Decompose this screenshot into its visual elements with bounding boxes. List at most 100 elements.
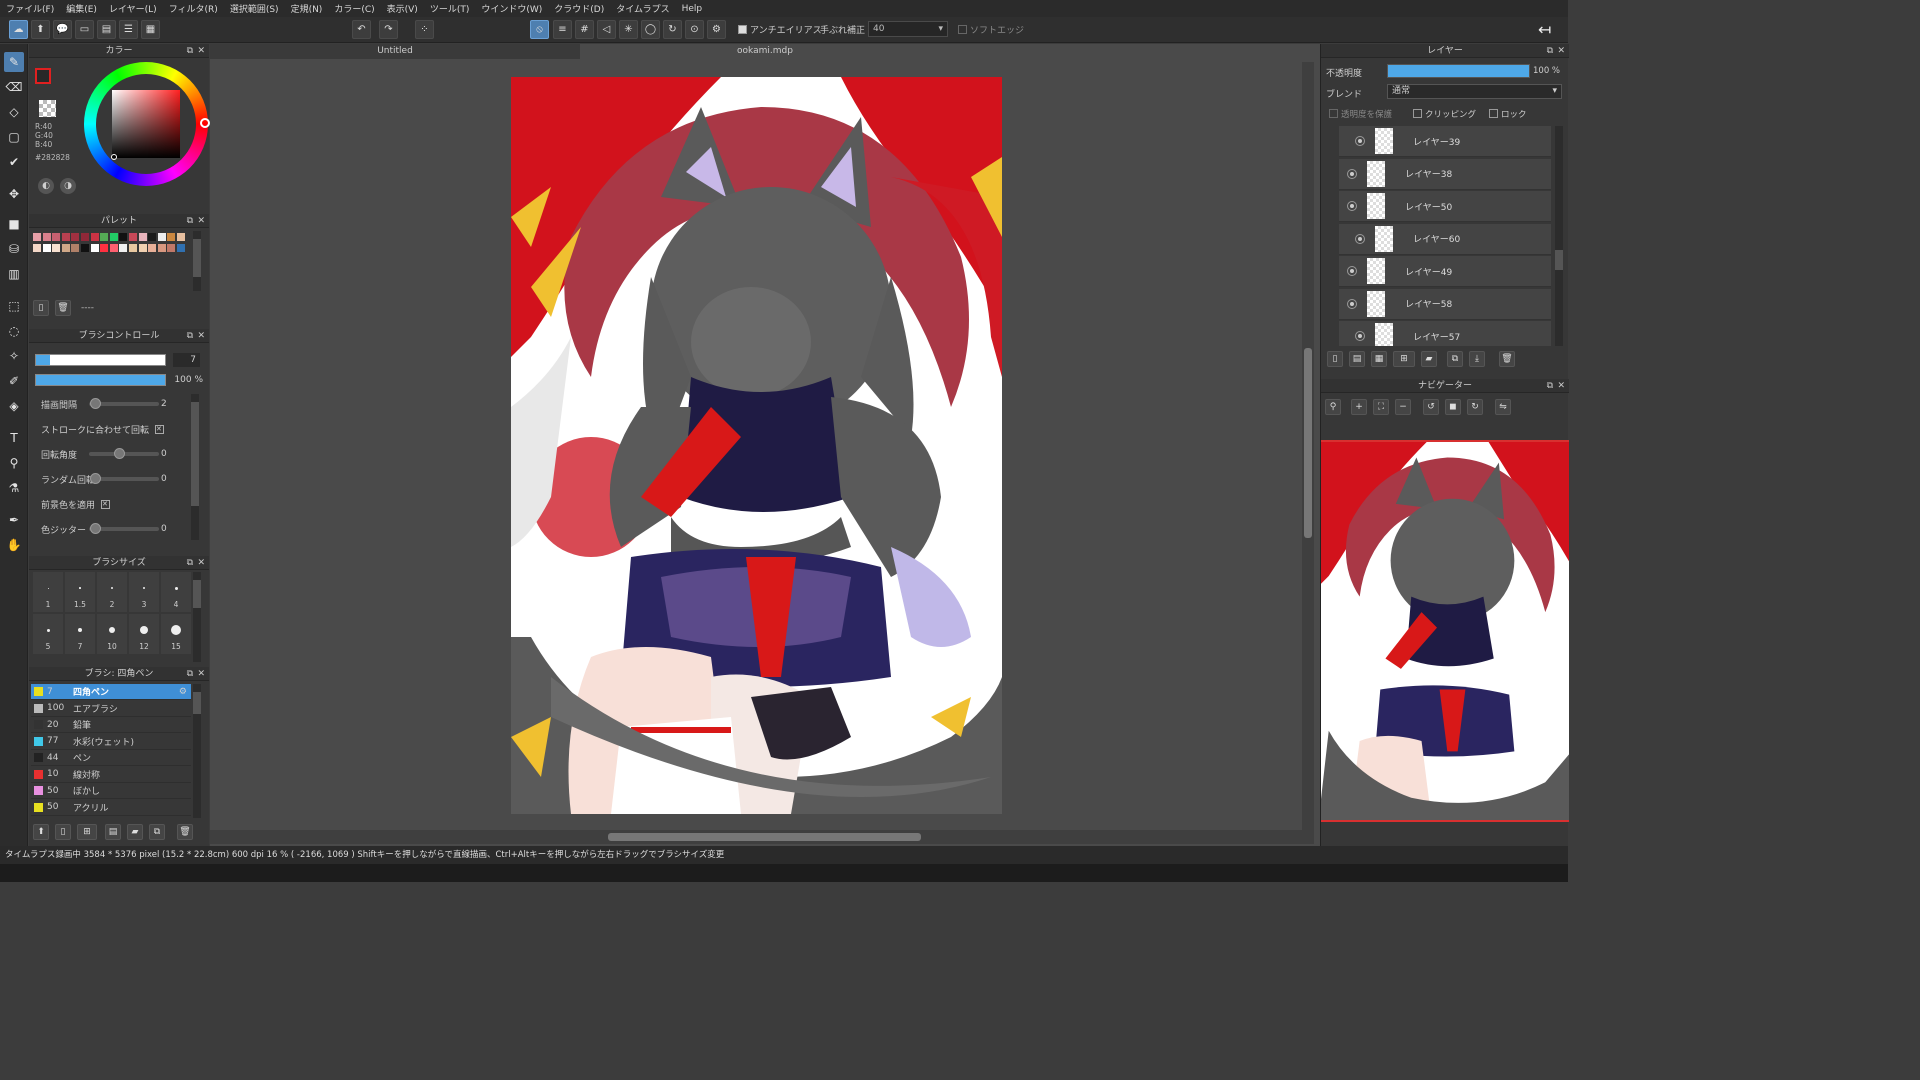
- visibility-eye-icon[interactable]: [1347, 168, 1357, 179]
- lock-checkbox[interactable]: ロック: [1489, 108, 1527, 120]
- close-icon[interactable]: ✕: [197, 44, 205, 58]
- palette-swatch[interactable]: [129, 233, 137, 241]
- palette-swatch[interactable]: [100, 244, 109, 252]
- trash-icon[interactable]: 🗑: [177, 824, 193, 840]
- palette-swatch[interactable]: [167, 233, 176, 241]
- brush-size-cell[interactable]: 15: [161, 614, 191, 654]
- palette-swatch[interactable]: [157, 233, 166, 241]
- soft-edge-checkbox[interactable]: ソフトエッジ: [958, 23, 1024, 36]
- brush-tool-icon[interactable]: ✎: [4, 52, 24, 72]
- layer-row[interactable]: レイヤー49: [1339, 256, 1551, 287]
- layer-scrollbar[interactable]: [1555, 126, 1563, 346]
- new-layer-1bit-icon[interactable]: ▦: [1371, 351, 1387, 367]
- palette-swatch[interactable]: [148, 244, 157, 252]
- popout-icon[interactable]: ⧉: [187, 329, 193, 343]
- color-wheel-mode-icon[interactable]: ◐: [38, 178, 54, 194]
- palette-swatch[interactable]: [90, 233, 99, 241]
- bucket-tool-icon[interactable]: ⛁: [4, 239, 24, 259]
- artwork-canvas[interactable]: [511, 77, 1002, 814]
- deselect-icon[interactable]: ⁘: [415, 20, 434, 39]
- brush-list-item[interactable]: 50 アクリル: [31, 800, 191, 816]
- stabilizer-select[interactable]: 40 ▾: [868, 21, 948, 37]
- brush-size-bar[interactable]: [35, 354, 166, 366]
- menu-item[interactable]: ファイル(F): [6, 2, 54, 15]
- hue-wheel[interactable]: [84, 62, 210, 186]
- magic-wand-tool-icon[interactable]: ✧: [4, 346, 24, 366]
- popout-icon[interactable]: ⧉: [187, 44, 193, 58]
- brush-size-cell[interactable]: 1: [33, 572, 63, 612]
- brush-size-value[interactable]: 7: [173, 353, 200, 367]
- palette-swatch[interactable]: [109, 244, 118, 252]
- folder-icon[interactable]: ▰: [1421, 351, 1437, 367]
- comment-icon[interactable]: 💬: [53, 20, 72, 39]
- palette-swatch[interactable]: [177, 244, 185, 252]
- palette-swatch[interactable]: [81, 244, 89, 252]
- visibility-eye-icon[interactable]: [1347, 298, 1357, 309]
- layer-row[interactable]: レイヤー58: [1339, 288, 1551, 320]
- popout-icon[interactable]: ⧉: [1547, 379, 1553, 393]
- brush-size-cell[interactable]: 5: [33, 614, 63, 654]
- layer-row[interactable]: レイヤー57: [1339, 321, 1551, 346]
- menu-item[interactable]: ウインドウ(W): [481, 2, 542, 15]
- menu-item[interactable]: 編集(E): [66, 2, 97, 15]
- page-icon[interactable]: ▤: [97, 20, 116, 39]
- new-brush-icon[interactable]: ▯: [55, 824, 71, 840]
- close-icon[interactable]: ✕: [1557, 44, 1565, 58]
- layer-row[interactable]: レイヤー50: [1339, 191, 1551, 222]
- close-icon[interactable]: ✕: [197, 329, 205, 343]
- palette-swatch[interactable]: [177, 233, 185, 241]
- brush-opacity-bar[interactable]: [35, 374, 166, 386]
- brush-size-cell[interactable]: 10: [97, 614, 127, 654]
- trash-icon[interactable]: 🗑: [1499, 351, 1515, 367]
- palette-swatch[interactable]: [138, 233, 147, 241]
- brush-size-cell[interactable]: 3: [129, 572, 159, 612]
- tab-untitled[interactable]: Untitled: [210, 44, 580, 59]
- visibility-eye-icon[interactable]: [1347, 266, 1357, 276]
- brush-property-icon[interactable]: ▤: [105, 824, 121, 840]
- brush-list-item[interactable]: 77 水彩(ウェット): [31, 734, 191, 750]
- reset-icon[interactable]: ◼: [1445, 399, 1461, 415]
- snap-perspective-icon[interactable]: ◁: [597, 20, 616, 39]
- snap-curve-icon[interactable]: ↻: [663, 20, 682, 39]
- brush-size-cell[interactable]: 1.5: [65, 572, 95, 612]
- foreground-color-swatch[interactable]: [35, 68, 51, 84]
- brush-list-item[interactable]: 50 ぼかし: [31, 783, 191, 799]
- visibility-eye-icon[interactable]: [1355, 233, 1365, 244]
- layer-row[interactable]: レイヤー39: [1339, 126, 1551, 157]
- add-brush-icon[interactable]: ⊞: [77, 824, 97, 840]
- menu-item[interactable]: クラウド(D): [554, 2, 604, 15]
- new-palette-icon[interactable]: ▯: [33, 300, 49, 316]
- snap-radial-icon[interactable]: ✳: [619, 20, 638, 39]
- pen-tool-icon[interactable]: ✒: [4, 510, 24, 530]
- select-tool-icon[interactable]: ⬚: [4, 296, 24, 316]
- palette-swatch[interactable]: [138, 244, 147, 252]
- palette-swatch[interactable]: [33, 244, 41, 252]
- snap-grid-icon[interactable]: #: [575, 20, 594, 39]
- brush-list-item[interactable]: 44 ペン: [31, 750, 191, 766]
- antialias-checkbox[interactable]: アンチエイリアス: [738, 23, 822, 36]
- add-layer-menu-icon[interactable]: ⊞: [1393, 351, 1415, 367]
- snap-parallel-icon[interactable]: ≡: [553, 20, 572, 39]
- undo-icon[interactable]: ↶: [352, 20, 371, 39]
- tab-ookami[interactable]: ookami.mdp: [580, 44, 950, 59]
- palette-swatch[interactable]: [71, 244, 80, 252]
- saturation-value-box[interactable]: [112, 90, 180, 158]
- layer-row[interactable]: レイヤー60: [1339, 223, 1551, 255]
- palette-swatch[interactable]: [90, 244, 99, 252]
- brush-list-item[interactable]: 7 四角ペン ⚙: [31, 684, 191, 700]
- palette-swatches[interactable]: [31, 231, 191, 291]
- snap-ellipse-icon[interactable]: ⊙: [685, 20, 704, 39]
- brush-size-cell[interactable]: 12: [129, 614, 159, 654]
- new-layer-icon[interactable]: ▯: [1327, 351, 1343, 367]
- menu-item[interactable]: 表示(V): [387, 2, 418, 15]
- palette-swatch[interactable]: [42, 244, 51, 252]
- fit-icon[interactable]: ⛶: [1373, 399, 1389, 415]
- blend-select[interactable]: 通常 ▾: [1387, 84, 1562, 99]
- duplicate-icon[interactable]: ⧉: [149, 824, 165, 840]
- brush-size-cell[interactable]: 7: [65, 614, 95, 654]
- rotate-right-icon[interactable]: ↻: [1467, 399, 1483, 415]
- brush-size-cell[interactable]: 2: [97, 572, 127, 612]
- collapse-panel-icon[interactable]: ↤: [1538, 20, 1551, 39]
- trash-icon[interactable]: 🗑: [55, 300, 71, 316]
- save-icon[interactable]: ⬆: [31, 20, 50, 39]
